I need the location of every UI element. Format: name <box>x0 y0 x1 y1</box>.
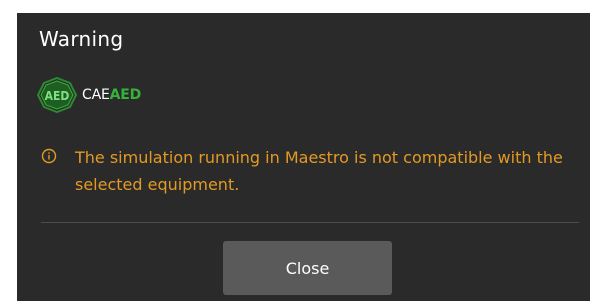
device-row: AED CAEAED <box>37 77 141 113</box>
device-name: CAEAED <box>82 87 141 103</box>
close-button[interactable]: Close <box>223 241 392 295</box>
dialog-title: Warning <box>39 27 124 51</box>
aed-logo-text: AED <box>45 89 70 103</box>
message-row: The simulation running in Maestro is not… <box>41 144 571 198</box>
info-circle-icon <box>41 148 57 164</box>
warning-dialog: Warning AED CAEAED The simulation runnin… <box>17 13 590 301</box>
aed-logo-icon: AED <box>37 77 77 113</box>
device-model: AED <box>109 87 142 103</box>
divider <box>41 222 579 223</box>
device-vendor: CAE <box>82 87 110 103</box>
warning-message: The simulation running in Maestro is not… <box>75 148 563 194</box>
page-background: Warning AED CAEAED The simulation runnin… <box>0 0 590 301</box>
